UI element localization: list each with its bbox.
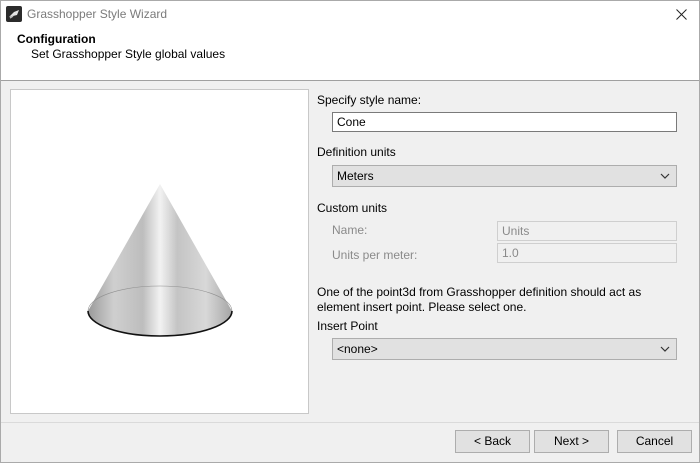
definition-units-value: Meters — [337, 169, 374, 183]
style-name-label: Specify style name: — [317, 93, 422, 107]
insert-point-value: <none> — [337, 342, 378, 356]
cone-preview-image — [87, 184, 233, 337]
footer-divider — [1, 422, 699, 423]
page-subtitle: Set Grasshopper Style global values — [31, 47, 226, 61]
definition-units-select[interactable]: Meters — [332, 165, 677, 187]
custom-units-name-label: Name: — [332, 223, 368, 237]
insert-point-label: Insert Point — [317, 319, 378, 333]
units-per-meter-label: Units per meter: — [332, 248, 418, 262]
insert-point-info-text: One of the point3d from Grasshopper defi… — [317, 285, 642, 314]
chevron-down-icon — [660, 346, 670, 352]
close-icon — [675, 9, 687, 20]
window-title: Grasshopper Style Wizard — [27, 7, 168, 21]
chevron-down-icon — [660, 173, 670, 179]
close-button[interactable] — [663, 1, 699, 28]
cone-preview-panel — [10, 89, 309, 414]
definition-units-label: Definition units — [317, 145, 396, 159]
title-bar[interactable]: Grasshopper Style Wizard — [1, 1, 699, 28]
custom-units-label: Custom units — [317, 201, 388, 215]
custom-units-name-input[interactable] — [497, 221, 677, 241]
insert-point-select[interactable]: <none> — [332, 338, 677, 360]
app-logo-icon — [6, 6, 22, 22]
units-per-meter-input[interactable] — [497, 243, 677, 263]
wizard-header: Configuration Set Grasshopper Style glob… — [1, 28, 699, 81]
back-button[interactable]: < Back — [455, 430, 530, 453]
wizard-window: Grasshopper Style Wizard Configuration S… — [0, 0, 700, 463]
style-name-input[interactable] — [332, 112, 677, 132]
page-title: Configuration — [17, 32, 96, 46]
cancel-button[interactable]: Cancel — [617, 430, 692, 453]
next-button[interactable]: Next > — [534, 430, 609, 453]
